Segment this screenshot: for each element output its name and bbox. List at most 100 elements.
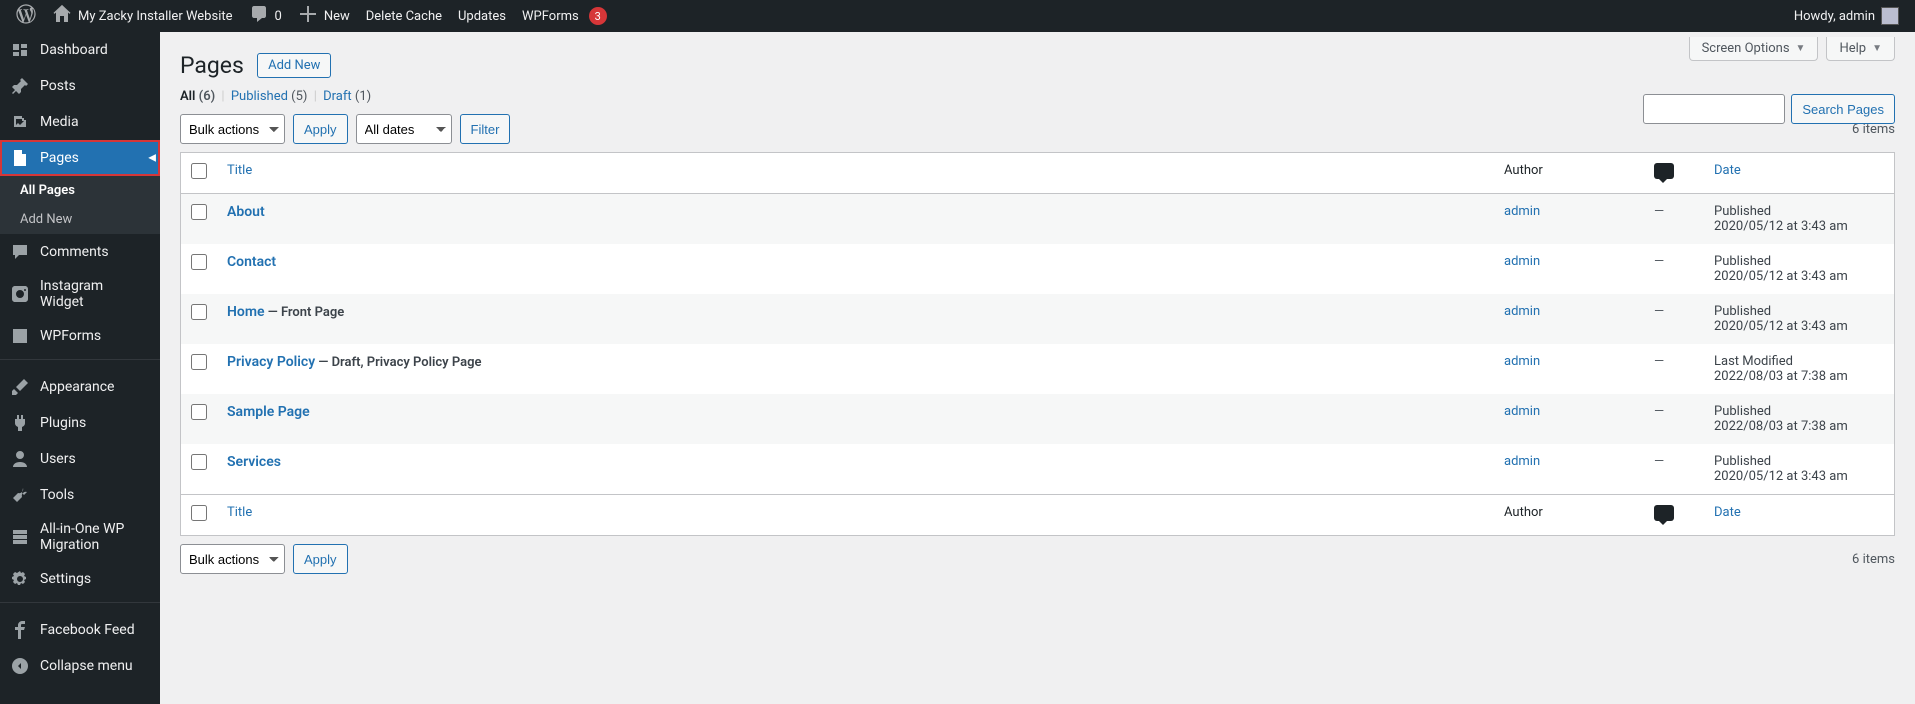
sidebar-item-dashboard[interactable]: Dashboard (0, 32, 160, 68)
comments-count: — (1654, 204, 1664, 219)
search-box: Search Pages (1643, 94, 1895, 124)
sidebar-item-label: Comments (40, 244, 109, 260)
page-title: Pages (180, 42, 244, 79)
table-row: Aboutadmin—Published2020/05/12 at 3:43 a… (181, 194, 1894, 244)
sidebar-item-all-in-one-wp-migration[interactable]: All-in-One WP Migration (0, 513, 160, 561)
comment-icon (10, 242, 30, 262)
bulk-actions-select-bottom[interactable]: Bulk actions (180, 544, 285, 574)
col-title[interactable]: Title (217, 153, 1494, 194)
sidebar-item-facebook-feed[interactable]: Facebook Feed (0, 612, 160, 648)
author-link[interactable]: admin (1504, 254, 1540, 269)
help-button[interactable]: Help▼ (1826, 37, 1895, 61)
post-state: — Front Page (265, 305, 345, 320)
author-link[interactable]: admin (1504, 204, 1540, 219)
sidebar-item-settings[interactable]: Settings (0, 561, 160, 597)
sidebar-item-label: All-in-One WP Migration (40, 521, 150, 553)
comment-icon (249, 4, 269, 28)
migration-icon (10, 527, 30, 547)
chevron-left-icon: ◀ (148, 153, 156, 164)
new-content[interactable]: New (290, 0, 358, 32)
filter-button[interactable]: Filter (460, 114, 511, 144)
search-button[interactable]: Search Pages (1791, 94, 1895, 124)
sidebar-item-appearance[interactable]: Appearance (0, 369, 160, 405)
sidebar-item-posts[interactable]: Posts (0, 68, 160, 104)
wpforms-link[interactable]: WPForms3 (514, 0, 615, 32)
dashboard-icon (10, 40, 30, 60)
table-row: Contactadmin—Published2020/05/12 at 3:43… (181, 244, 1894, 294)
sidebar-item-comments[interactable]: Comments (0, 234, 160, 270)
date-status: Published (1714, 404, 1771, 419)
sidebar-item-label: Media (40, 114, 79, 130)
row-checkbox[interactable] (191, 254, 207, 270)
wordpress-icon (16, 4, 36, 28)
sidebar-item-wpforms[interactable]: WPForms (0, 318, 160, 354)
page-title-link[interactable]: Sample Page (227, 404, 310, 420)
avatar (1881, 7, 1899, 25)
submenu-item-all-pages[interactable]: All Pages (0, 176, 160, 205)
row-checkbox[interactable] (191, 404, 207, 420)
wp-logo[interactable] (8, 0, 44, 32)
sidebar-item-plugins[interactable]: Plugins (0, 405, 160, 441)
bulk-actions-select[interactable]: Bulk actions (180, 114, 285, 144)
filter-published[interactable]: Published (5) (231, 89, 308, 104)
date-status: Published (1714, 254, 1771, 269)
add-new-button[interactable]: Add New (257, 53, 331, 78)
updates-link[interactable]: Updates (450, 0, 514, 32)
sidebar-item-media[interactable]: Media (0, 104, 160, 140)
date-status: Published (1714, 304, 1771, 319)
items-count-bottom: 6 items (1852, 552, 1895, 567)
select-all-checkbox-bottom[interactable] (191, 505, 207, 521)
apply-button-bottom[interactable]: Apply (293, 544, 348, 574)
sidebar-item-tools[interactable]: Tools (0, 477, 160, 513)
sidebar-item-collapse-menu[interactable]: Collapse menu (0, 648, 160, 684)
sidebar-item-label: Collapse menu (40, 658, 133, 674)
author-link[interactable]: admin (1504, 304, 1540, 319)
page-title-link[interactable]: About (227, 204, 265, 220)
row-checkbox[interactable] (191, 354, 207, 370)
col-comments[interactable] (1644, 153, 1704, 194)
author-link[interactable]: admin (1504, 454, 1540, 469)
date-filter-select[interactable]: All dates (356, 114, 452, 144)
col-date[interactable]: Date (1704, 153, 1894, 194)
screen-options-button[interactable]: Screen Options▼ (1689, 37, 1819, 61)
search-input[interactable] (1643, 94, 1785, 124)
col-date-foot[interactable]: Date (1704, 494, 1894, 535)
brush-icon (10, 377, 30, 397)
col-title-foot[interactable]: Title (217, 494, 1494, 535)
apply-button[interactable]: Apply (293, 114, 348, 144)
date-value: 2020/05/12 at 3:43 am (1714, 219, 1848, 234)
page-title-link[interactable]: Services (227, 454, 281, 470)
pages-table: Title Author Date Aboutadmin—Published20… (180, 152, 1895, 536)
author-link[interactable]: admin (1504, 404, 1540, 419)
date-value: 2020/05/12 at 3:43 am (1714, 469, 1848, 484)
sidebar-submenu: All PagesAdd New (0, 176, 160, 234)
row-checkbox[interactable] (191, 304, 207, 320)
table-row: Privacy Policy — Draft, Privacy Policy P… (181, 344, 1894, 394)
table-row: Home — Front Pageadmin—Published2020/05/… (181, 294, 1894, 344)
howdy-label: Howdy, admin (1794, 9, 1875, 24)
filter-all[interactable]: All (6) (180, 89, 215, 104)
date-value: 2020/05/12 at 3:43 am (1714, 319, 1848, 334)
row-checkbox[interactable] (191, 204, 207, 220)
select-all-checkbox[interactable] (191, 163, 207, 179)
plugin-icon (10, 413, 30, 433)
sidebar-item-pages[interactable]: Pages◀ (0, 140, 160, 176)
delete-cache[interactable]: Delete Cache (358, 0, 450, 32)
submenu-item-add-new[interactable]: Add New (0, 205, 160, 234)
table-row: Sample Pageadmin—Published2022/08/03 at … (181, 394, 1894, 444)
author-link[interactable]: admin (1504, 354, 1540, 369)
site-name[interactable]: My Zacky Installer Website (44, 0, 241, 32)
sidebar-item-instagram-widget[interactable]: Instagram Widget (0, 270, 160, 318)
comments-link[interactable]: 0 (241, 0, 290, 32)
col-comments-foot[interactable] (1644, 494, 1704, 535)
row-checkbox[interactable] (191, 454, 207, 470)
page-title-link[interactable]: Home (227, 304, 265, 320)
page-title-link[interactable]: Privacy Policy (227, 354, 315, 370)
sidebar-item-users[interactable]: Users (0, 441, 160, 477)
date-value: 2020/05/12 at 3:43 am (1714, 269, 1848, 284)
user-icon (10, 449, 30, 469)
page-title-link[interactable]: Contact (227, 254, 276, 270)
comment-icon (1654, 505, 1674, 521)
my-account[interactable]: Howdy, admin (1786, 0, 1907, 32)
filter-draft[interactable]: Draft (1) (323, 89, 371, 104)
